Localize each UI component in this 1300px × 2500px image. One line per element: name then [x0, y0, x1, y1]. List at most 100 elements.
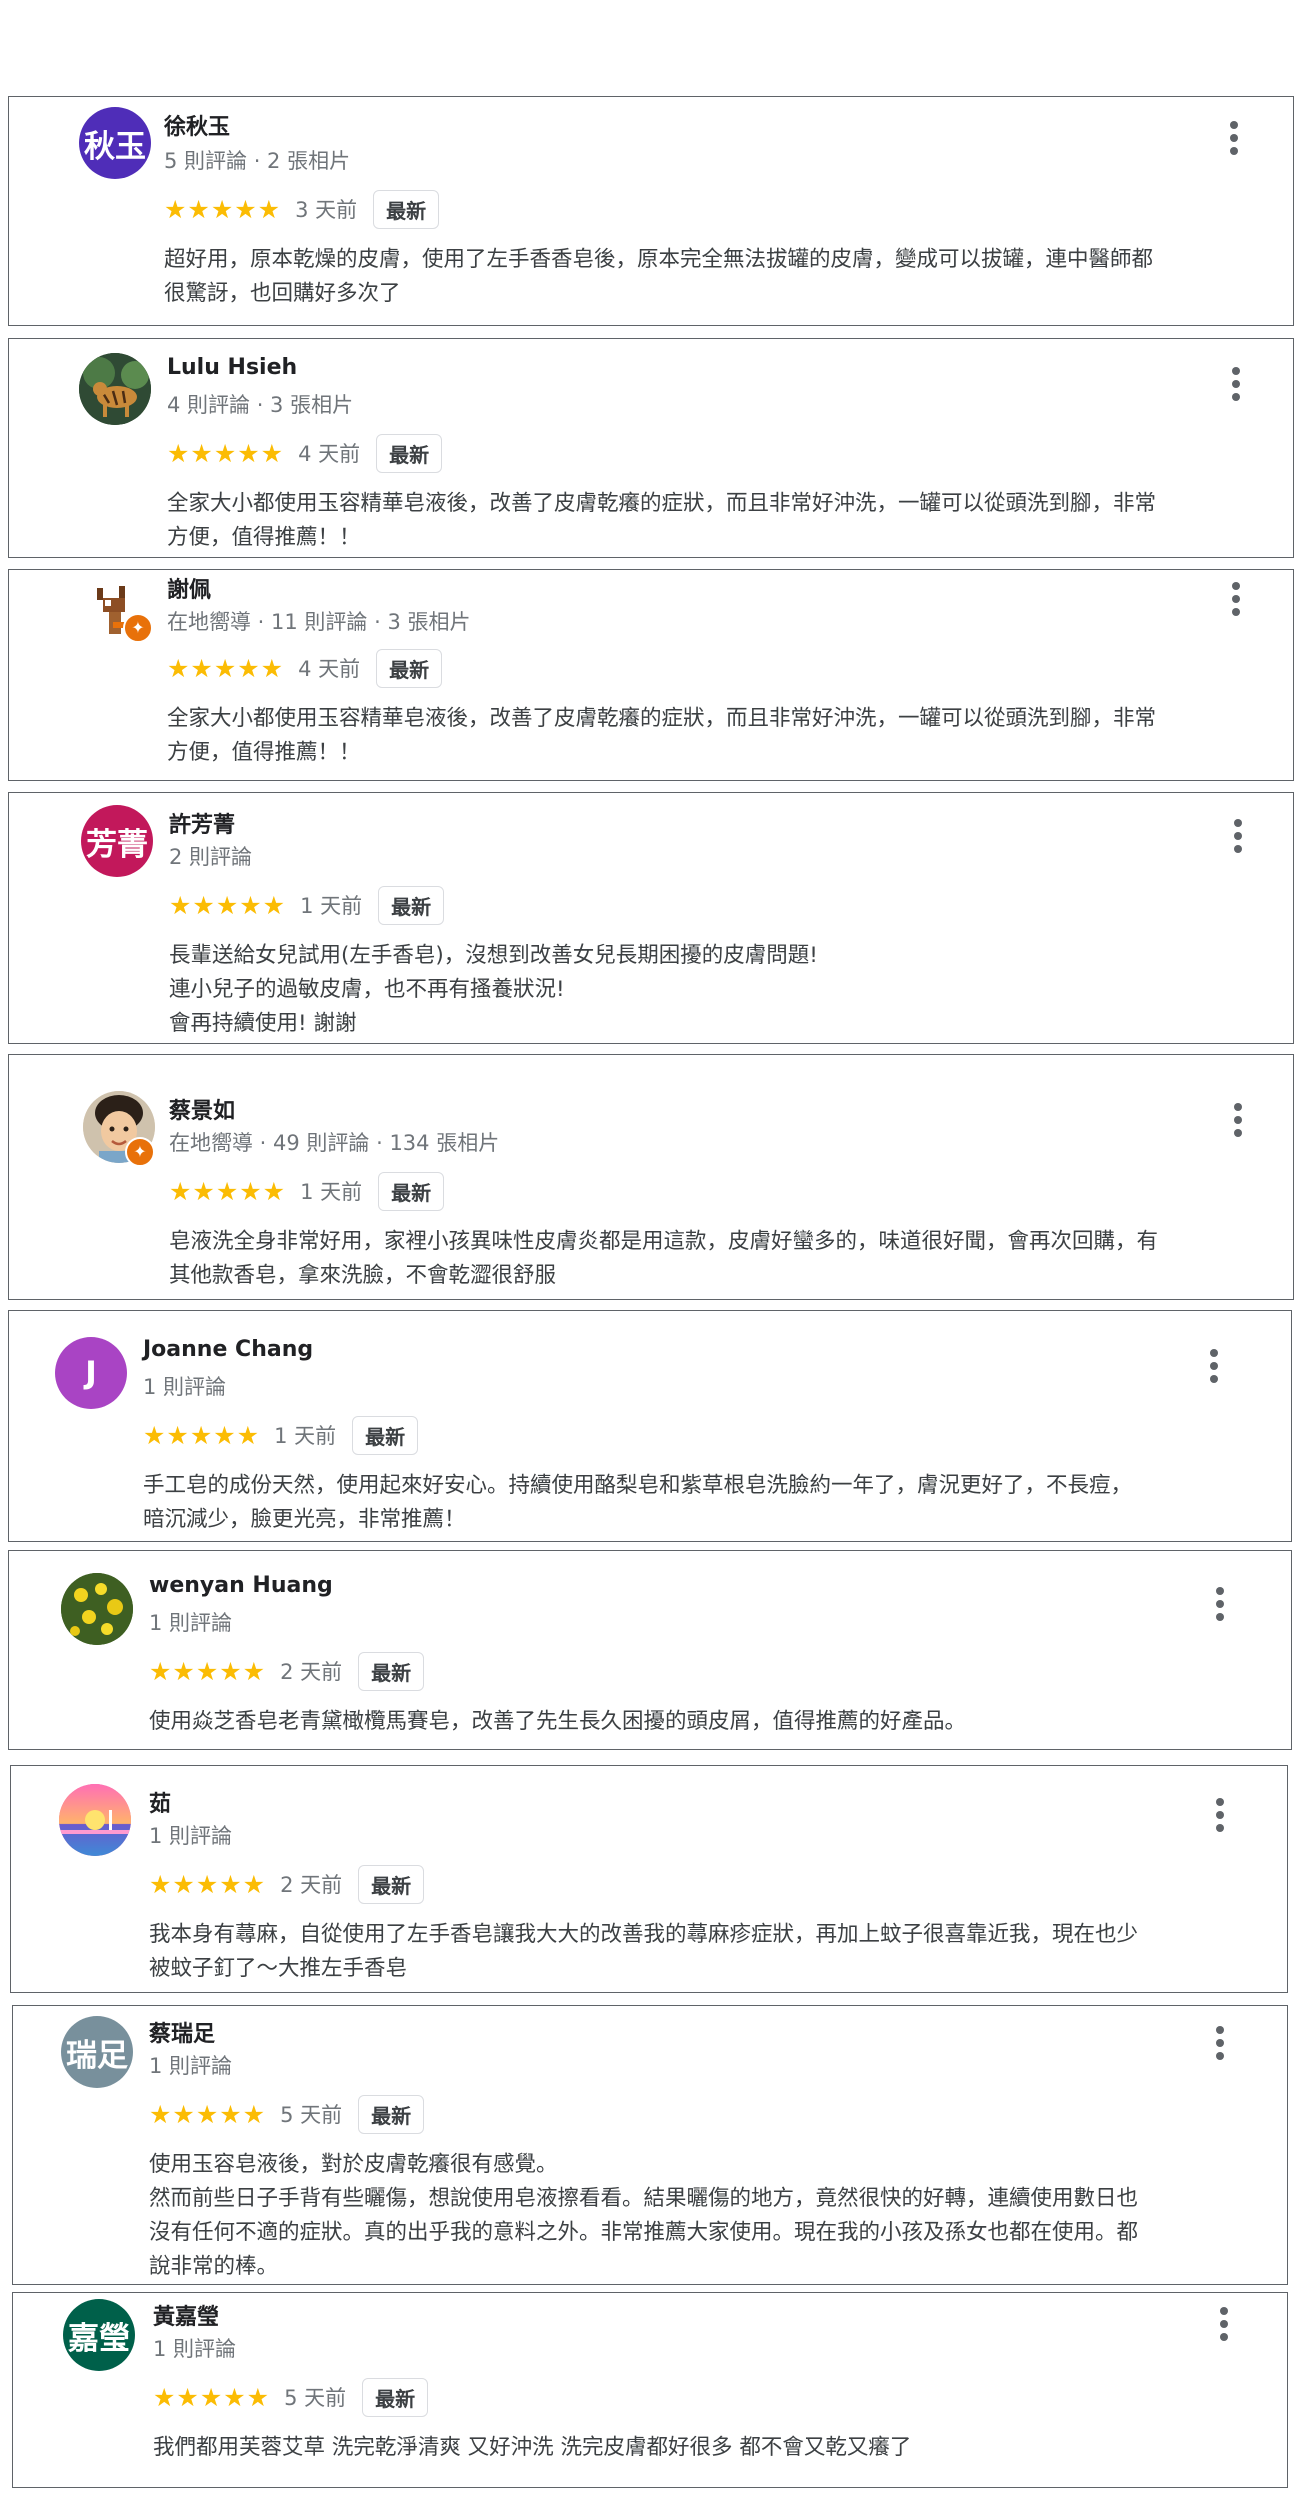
- review-card: 嘉瑩 黃嘉瑩 1 則評論 ★★★★★ 5 天前 最新 我們都用芙蓉艾草 洗完乾淨…: [12, 2292, 1288, 2488]
- review-time: 5 天前: [280, 2103, 343, 2127]
- reviewer-meta: 1 則評論: [149, 2054, 233, 2078]
- review-card: Lulu Hsieh 4 則評論 · 3 張相片 ★★★★★ 4 天前 最新 全…: [8, 338, 1294, 558]
- review-card: ✦ 蔡景如 在地嚮導 · 49 則評論 · 134 張相片 ★★★★★ 1 天前…: [8, 1054, 1294, 1300]
- new-tag: 最新: [376, 433, 443, 473]
- review-card: 秋玉 徐秋玉 5 則評論 · 2 張相片 ★★★★★ 3 天前 最新 超好用，原…: [8, 96, 1294, 326]
- rating-row: ★★★★★ 1 天前 最新: [143, 1415, 419, 1455]
- rating-row: ★★★★★ 4 天前 最新: [167, 433, 443, 473]
- reviewer-name[interactable]: 茹: [149, 1786, 171, 1818]
- rating-row: ★★★★★ 5 天前 最新: [153, 2377, 429, 2417]
- review-time: 4 天前: [298, 657, 361, 681]
- more-options-icon[interactable]: [1213, 1587, 1227, 1621]
- review-time: 1 天前: [300, 894, 363, 918]
- star-rating: ★★★★★: [167, 438, 285, 468]
- reviewer-name[interactable]: wenyan Huang: [149, 1573, 333, 1598]
- new-tag: 最新: [358, 1651, 425, 1691]
- rating-row: ★★★★★ 4 天前 最新: [167, 648, 443, 688]
- reviewer-name[interactable]: 許芳菁: [169, 807, 235, 839]
- reviewer-meta: 在地嚮導 · 11 則評論 · 3 張相片: [167, 610, 471, 634]
- review-time: 3 天前: [295, 198, 358, 222]
- reviewer-meta: 在地嚮導 · 49 則評論 · 134 張相片: [169, 1131, 500, 1155]
- avatar[interactable]: 秋玉: [79, 107, 151, 179]
- review-time: 5 天前: [284, 2386, 347, 2410]
- avatar[interactable]: 瑞足: [61, 2016, 133, 2088]
- review-time: 4 天前: [298, 442, 361, 466]
- reviewer-meta: 1 則評論: [149, 1824, 233, 1848]
- review-time: 2 天前: [280, 1660, 343, 1684]
- review-card: 芳菁 許芳菁 2 則評論 ★★★★★ 1 天前 最新 長輩送給女兒試用(左手香皂…: [8, 792, 1294, 1044]
- review-time: 1 天前: [274, 1424, 337, 1448]
- star-rating: ★★★★★: [149, 1869, 267, 1899]
- reviewer-meta: 2 則評論: [169, 845, 253, 869]
- new-tag: 最新: [376, 648, 443, 688]
- reviewer-meta: 5 則評論 · 2 張相片: [164, 149, 351, 173]
- reviewer-meta: 1 則評論: [143, 1375, 227, 1399]
- star-rating: ★★★★★: [169, 1176, 287, 1206]
- avatar[interactable]: 芳菁: [81, 805, 153, 877]
- star-rating: ★★★★★: [153, 2382, 271, 2412]
- avatar[interactable]: 嘉瑩: [63, 2299, 135, 2371]
- reviewer-meta: 4 則評論 · 3 張相片: [167, 393, 354, 417]
- star-rating: ★★★★★: [169, 890, 287, 920]
- reviewer-name[interactable]: 黃嘉瑩: [153, 2299, 219, 2331]
- flower-photo-avatar-icon[interactable]: [61, 1573, 133, 1645]
- review-text: 長輩送給女兒試用(左手香皂)，沒想到改善女兒長期困擾的皮膚問題! 連小兒子的過敏…: [169, 943, 818, 1036]
- new-tag: 最新: [373, 189, 440, 229]
- new-tag: 最新: [358, 1864, 425, 1904]
- more-options-icon[interactable]: [1231, 819, 1245, 853]
- star-rating: ★★★★★: [143, 1420, 261, 1450]
- review-text: 我們都用芙蓉艾草 洗完乾淨清爽 又好沖洗 洗完皮膚都好很多 都不會又乾又癢了: [153, 2435, 912, 2460]
- review-text: 手工皂的成份天然，使用起來好安心。持續使用酪梨皂和紫草根皂洗臉約一年了，膚況更好…: [143, 1473, 1133, 1532]
- review-card: 瑞足 蔡瑞足 1 則評論 ★★★★★ 5 天前 最新 使用玉容皂液後，對於皮膚乾…: [12, 2005, 1288, 2285]
- reviewer-meta: 1 則評論: [153, 2337, 237, 2361]
- star-rating: ★★★★★: [167, 653, 285, 683]
- more-options-icon[interactable]: [1213, 2026, 1227, 2060]
- reviewer-meta: 1 則評論: [149, 1611, 233, 1635]
- local-guide-badge-icon: ✦: [123, 613, 153, 643]
- star-rating: ★★★★★: [164, 194, 282, 224]
- reviewer-name[interactable]: 徐秋玉: [164, 109, 230, 141]
- reviewer-name[interactable]: Joanne Chang: [143, 1337, 313, 1362]
- reviewer-name[interactable]: Lulu Hsieh: [167, 355, 297, 380]
- more-options-icon[interactable]: [1229, 582, 1243, 616]
- reviewer-name[interactable]: 蔡景如: [169, 1093, 235, 1125]
- review-text: 使用焱芝香皂老青黛橄欖馬賽皂，改善了先生長久困擾的頭皮屑，值得推薦的好產品。: [149, 1709, 967, 1734]
- new-tag: 最新: [358, 2094, 425, 2134]
- review-card: 茹 1 則評論 ★★★★★ 2 天前 最新 我本身有蕁麻，自從使用了左手香皂讓我…: [10, 1765, 1288, 1993]
- rating-row: ★★★★★ 2 天前 最新: [149, 1864, 425, 1904]
- review-card: ✦ 謝佩 在地嚮導 · 11 則評論 · 3 張相片 ★★★★★ 4 天前 最新…: [8, 569, 1294, 781]
- review-text: 全家大小都使用玉容精華皂液後，改善了皮膚乾癢的症狀，而且非常好沖洗，一罐可以從頭…: [167, 491, 1157, 550]
- review-time: 2 天前: [280, 1873, 343, 1897]
- rating-row: ★★★★★ 1 天前 最新: [169, 1171, 445, 1211]
- more-options-icon[interactable]: [1207, 1349, 1221, 1383]
- review-time: 1 天前: [300, 1180, 363, 1204]
- star-rating: ★★★★★: [149, 2099, 267, 2129]
- more-options-icon[interactable]: [1227, 121, 1241, 155]
- more-options-icon[interactable]: [1231, 1103, 1245, 1137]
- review-card: wenyan Huang 1 則評論 ★★★★★ 2 天前 最新 使用焱芝香皂老…: [8, 1550, 1292, 1750]
- local-guide-badge-icon: ✦: [125, 1137, 155, 1167]
- tiger-photo-avatar-icon[interactable]: [79, 353, 151, 425]
- new-tag: 最新: [352, 1415, 419, 1455]
- avatar[interactable]: J: [55, 1337, 127, 1409]
- review-text: 皂液洗全身非常好用，家裡小孩異味性皮膚炎都是用這款，皮膚好蠻多的，味道很好聞，會…: [169, 1229, 1159, 1288]
- star-rating: ★★★★★: [149, 1656, 267, 1686]
- review-text: 使用玉容皂液後，對於皮膚乾癢很有感覺。 然而前些日子手背有些曬傷，想說使用皂液擦…: [149, 2152, 1139, 2279]
- new-tag: 最新: [378, 885, 445, 925]
- more-options-icon[interactable]: [1229, 367, 1243, 401]
- rating-row: ★★★★★ 1 天前 最新: [169, 885, 445, 925]
- review-text: 全家大小都使用玉容精華皂液後，改善了皮膚乾癢的症狀，而且非常好沖洗，一罐可以從頭…: [167, 706, 1157, 765]
- rating-row: ★★★★★ 5 天前 最新: [149, 2094, 425, 2134]
- new-tag: 最新: [378, 1171, 445, 1211]
- reviewer-name[interactable]: 謝佩: [167, 572, 211, 604]
- review-card: J Joanne Chang 1 則評論 ★★★★★ 1 天前 最新 手工皂的成…: [8, 1310, 1292, 1542]
- rating-row: ★★★★★ 2 天前 最新: [149, 1651, 425, 1691]
- review-text: 超好用，原本乾燥的皮膚，使用了左手香香皂後，原本完全無法拔罐的皮膚，變成可以拔罐…: [164, 247, 1154, 306]
- more-options-icon[interactable]: [1217, 2307, 1231, 2341]
- review-text: 我本身有蕁麻，自從使用了左手香皂讓我大大的改善我的蕁麻疹症狀，再加上蚊子很喜靠近…: [149, 1922, 1139, 1981]
- more-options-icon[interactable]: [1213, 1798, 1227, 1832]
- reviewer-name[interactable]: 蔡瑞足: [149, 2016, 215, 2048]
- new-tag: 最新: [362, 2377, 429, 2417]
- rating-row: ★★★★★ 3 天前 最新: [164, 189, 440, 229]
- sunset-avatar-icon[interactable]: [59, 1784, 131, 1856]
